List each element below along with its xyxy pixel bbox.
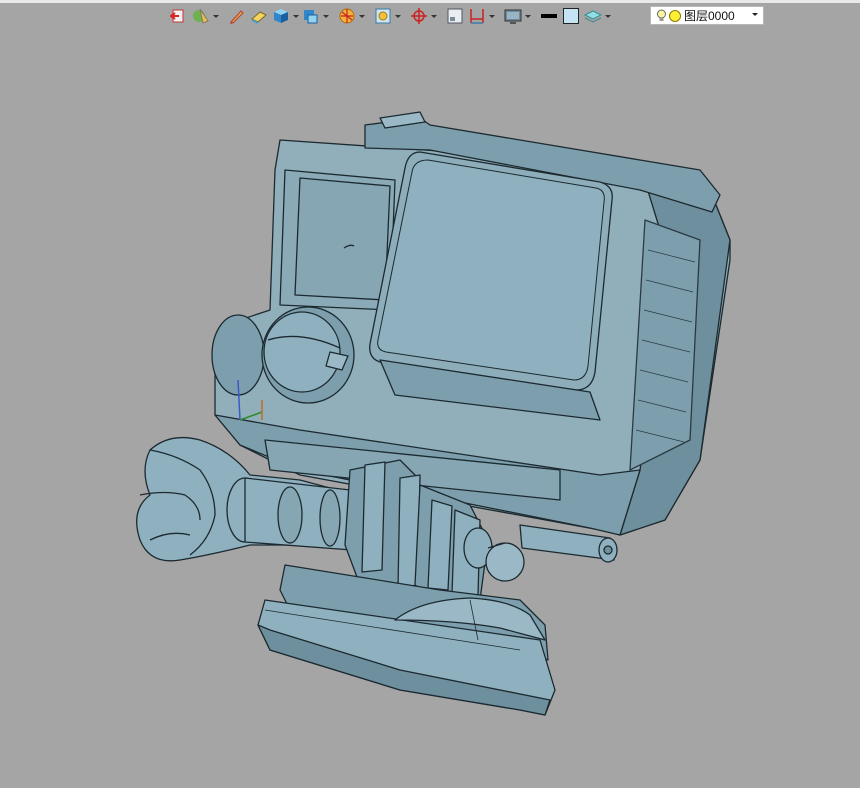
line-weight-icon <box>541 14 557 18</box>
layer-select[interactable]: 图层0000 <box>650 6 764 25</box>
layers-icon <box>584 10 602 23</box>
target-button[interactable] <box>408 5 430 27</box>
frame-dropdown[interactable] <box>394 5 402 27</box>
eraser-button[interactable] <box>248 5 270 27</box>
dimension-icon <box>470 9 484 24</box>
color-swatch-icon <box>563 8 579 24</box>
display-icon <box>504 9 522 24</box>
display-dropdown[interactable] <box>524 5 532 27</box>
frame-button[interactable] <box>372 5 394 27</box>
cube-button[interactable] <box>270 5 292 27</box>
color-swatch-button[interactable] <box>560 5 582 27</box>
solid-view-dropdown[interactable] <box>322 5 330 27</box>
window-top-border <box>0 0 860 3</box>
pen-button[interactable] <box>226 5 248 27</box>
dimension-button[interactable] <box>466 5 488 27</box>
layers-dropdown[interactable] <box>604 5 612 27</box>
lightbulb-icon <box>657 9 666 21</box>
eraser-icon <box>251 11 267 24</box>
target-icon <box>411 8 427 24</box>
solid-view-button[interactable] <box>300 5 322 27</box>
layout-icon <box>447 8 463 24</box>
render-mode-icon <box>193 8 209 24</box>
sphere-icon <box>339 8 355 24</box>
3d-viewport[interactable] <box>0 30 860 783</box>
cube-icon <box>274 9 288 23</box>
render-mode-button[interactable] <box>190 5 212 27</box>
gopro-housing-model <box>136 111 731 716</box>
target-dropdown[interactable] <box>430 5 438 27</box>
exit-icon <box>170 9 184 23</box>
sphere-button[interactable] <box>336 5 358 27</box>
dimension-dropdown[interactable] <box>488 5 496 27</box>
view-toolbar <box>168 4 612 28</box>
sphere-dropdown[interactable] <box>358 5 366 27</box>
display-button[interactable] <box>502 5 524 27</box>
layer-color-icon <box>669 9 681 22</box>
pen-icon <box>230 10 244 24</box>
layers-button[interactable] <box>582 5 604 27</box>
chevron-down-icon <box>752 13 758 16</box>
layout-button[interactable] <box>444 5 466 27</box>
line-weight-button[interactable] <box>538 5 560 27</box>
cube-dropdown[interactable] <box>292 5 300 27</box>
exit-button[interactable] <box>168 5 190 27</box>
layer-name: 图层0000 <box>684 9 735 23</box>
solid-view-icon <box>304 10 318 24</box>
frame-icon <box>375 8 391 24</box>
render-mode-dropdown[interactable] <box>212 5 220 27</box>
